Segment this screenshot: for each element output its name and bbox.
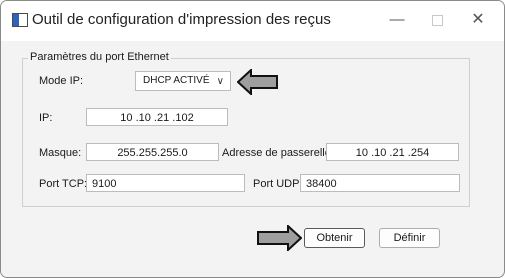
- group-legend: Paramètres du port Ethernet: [28, 51, 171, 63]
- app-window-icon: [12, 13, 28, 27]
- port-udp-label: Port UDP:: [253, 178, 303, 190]
- masque-field[interactable]: 255.255.255.0: [86, 143, 219, 161]
- chevron-down-icon: ∨: [216, 76, 224, 87]
- ip-label: IP:: [39, 112, 53, 124]
- maximize-icon: [431, 14, 443, 26]
- obtenir-button[interactable]: Obtenir: [304, 228, 365, 248]
- minimize-button[interactable]: —: [377, 7, 417, 33]
- receipt-config-window: Outil de configuration d'impression des …: [0, 0, 505, 278]
- port-tcp-field[interactable]: 9100: [86, 174, 245, 192]
- close-button[interactable]: ✕: [458, 7, 498, 33]
- window-title: Outil de configuration d'impression des …: [32, 11, 331, 28]
- passerelle-field[interactable]: 10 .10 .21 .254: [326, 143, 459, 161]
- port-tcp-label: Port TCP:: [39, 178, 88, 190]
- passerelle-label: Adresse de passerelle:: [222, 147, 334, 159]
- mode-ip-dropdown[interactable]: DHCP ACTIVÉ ∨: [135, 71, 231, 91]
- maximize-button[interactable]: [417, 7, 457, 33]
- pointer-arrow-icon: [237, 69, 278, 95]
- pointer-arrow-icon: [257, 225, 302, 251]
- mode-ip-value: DHCP ACTIVÉ: [143, 75, 210, 86]
- port-udp-field[interactable]: 38400: [300, 174, 460, 192]
- title-bar: Outil de configuration d'impression des …: [1, 1, 504, 41]
- mode-ip-label: Mode IP:: [39, 75, 84, 87]
- masque-label: Masque:: [39, 147, 82, 159]
- definir-button[interactable]: Définir: [379, 228, 440, 248]
- ip-field[interactable]: 10 .10 .21 .102: [86, 108, 228, 126]
